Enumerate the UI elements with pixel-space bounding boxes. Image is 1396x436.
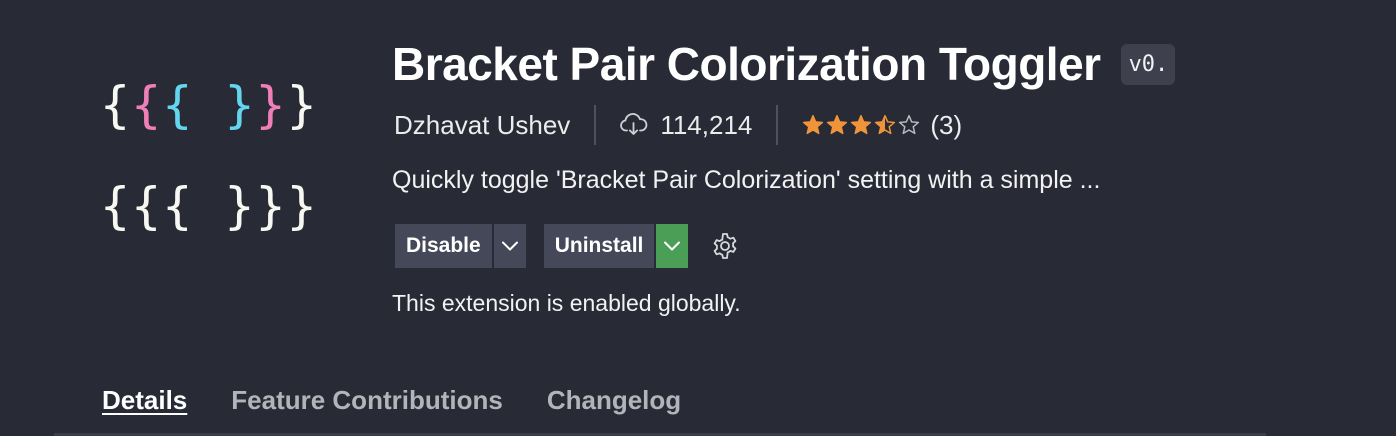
tab-details[interactable]: Details <box>102 385 187 416</box>
star-empty-icon <box>899 114 920 135</box>
logo-bracket: { <box>100 76 132 134</box>
uninstall-split-button: Uninstall <box>543 224 689 268</box>
status-message: This extension is enabled globally. <box>392 290 741 316</box>
extension-description: Quickly toggle 'Bracket Pair Colorizatio… <box>392 166 1101 194</box>
logo-bracket: } <box>286 76 318 134</box>
gear-icon <box>714 233 737 259</box>
chevron-down-icon <box>664 241 681 251</box>
tab-changelog[interactable]: Changelog <box>547 385 681 416</box>
chevron-down-icon <box>501 241 518 251</box>
action-bar: Disable Uninstall <box>395 224 740 268</box>
cloud-download-icon <box>620 113 648 135</box>
uninstall-button[interactable]: Uninstall <box>543 224 655 268</box>
logo-bracket <box>193 76 224 134</box>
manage-settings-button[interactable] <box>710 231 740 261</box>
extension-logo: {{{ }}} {{{ }}} <box>100 78 336 248</box>
star-full-icon <box>827 114 848 135</box>
logo-bracket: { <box>162 76 194 134</box>
tab-bar: Details Feature Contributions Changelog <box>102 382 725 418</box>
rating-stars <box>802 114 922 136</box>
rating-count: (3) <box>930 109 963 140</box>
logo-plain-brackets: {{{ }}} <box>100 177 318 235</box>
extension-title: Bracket Pair Colorization Toggler <box>392 38 1101 90</box>
install-count-value: 114,214 <box>660 109 753 140</box>
divider <box>776 105 779 145</box>
tab-feature-contributions[interactable]: Feature Contributions <box>231 385 503 416</box>
rating[interactable]: (3) <box>802 110 962 141</box>
divider <box>594 105 597 145</box>
disable-split-button: Disable <box>395 224 526 268</box>
star-half-icon <box>875 114 896 135</box>
star-full-icon <box>803 114 824 135</box>
version-badge: v0. <box>1120 43 1175 85</box>
disable-dropdown-button[interactable] <box>493 224 526 268</box>
title-row: Bracket Pair Colorization Toggler v0. <box>392 36 1175 92</box>
logo-bracket: { <box>131 76 163 134</box>
logo-colored-brackets: {{{ }}} <box>100 80 318 130</box>
install-count: 114,214 <box>620 110 752 141</box>
publisher-link[interactable]: Dzhavat Ushev <box>394 110 570 141</box>
star-full-icon <box>851 114 872 135</box>
logo-bracket: } <box>255 76 287 134</box>
meta-row: Dzhavat Ushev 114,214 (3) <box>394 104 962 146</box>
disable-button[interactable]: Disable <box>395 224 492 268</box>
logo-bracket: } <box>224 76 256 134</box>
uninstall-dropdown-button[interactable] <box>656 224 689 268</box>
